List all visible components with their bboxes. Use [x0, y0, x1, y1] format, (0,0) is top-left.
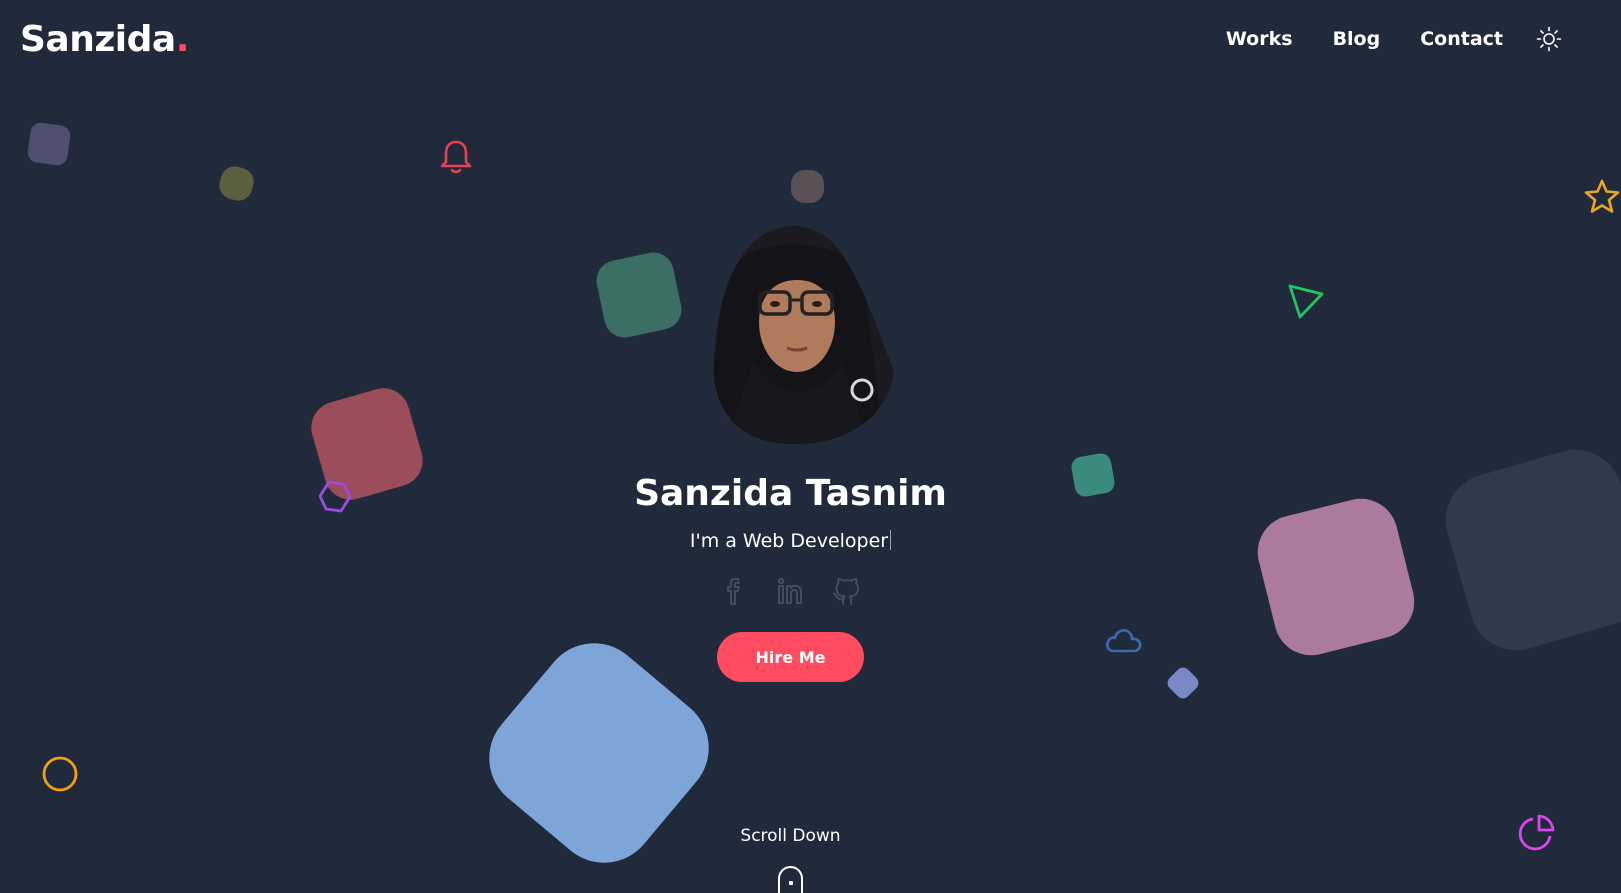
star-icon	[1584, 179, 1620, 213]
social-links	[0, 574, 1581, 608]
nav-contact[interactable]: Contact	[1420, 24, 1503, 54]
circle-icon	[42, 756, 78, 792]
hero-role-text: I'm a Web Developer	[689, 530, 889, 552]
mouse-wheel	[789, 881, 793, 885]
hero-name: Sanzida Tasnim	[634, 473, 947, 514]
typing-caret	[890, 530, 892, 550]
decor-blob	[791, 170, 824, 203]
scroll-down-label[interactable]: Scroll Down	[0, 826, 1581, 846]
avatar	[694, 222, 894, 444]
hire-me-button[interactable]: Hire Me	[717, 632, 864, 682]
linkedin-icon[interactable]	[774, 574, 808, 608]
nav-works[interactable]: Works	[1226, 24, 1293, 54]
page: Sanzida. Works Blog Contact Sanzida Tasn…	[0, 0, 1621, 893]
facebook-icon[interactable]	[718, 574, 752, 608]
bell-icon	[440, 140, 472, 174]
main-nav: Works Blog Contact	[1226, 24, 1503, 54]
hero-role: I'm a Web Developer	[0, 528, 1581, 554]
decor-blob	[1164, 664, 1202, 702]
site-logo[interactable]: Sanzida.	[20, 18, 189, 62]
decor-blob	[216, 163, 257, 204]
triangle-icon	[1288, 284, 1324, 319]
nav-blog[interactable]: Blog	[1333, 24, 1381, 54]
sun-icon[interactable]	[1534, 24, 1564, 54]
cloud-icon	[1105, 629, 1142, 653]
decor-blob	[592, 248, 686, 342]
decor-blob	[26, 121, 72, 167]
github-icon[interactable]	[830, 574, 864, 608]
logo-dot: .	[175, 19, 190, 60]
logo-text: Sanzida	[20, 19, 176, 60]
mouse-scroll-icon[interactable]	[778, 866, 803, 893]
